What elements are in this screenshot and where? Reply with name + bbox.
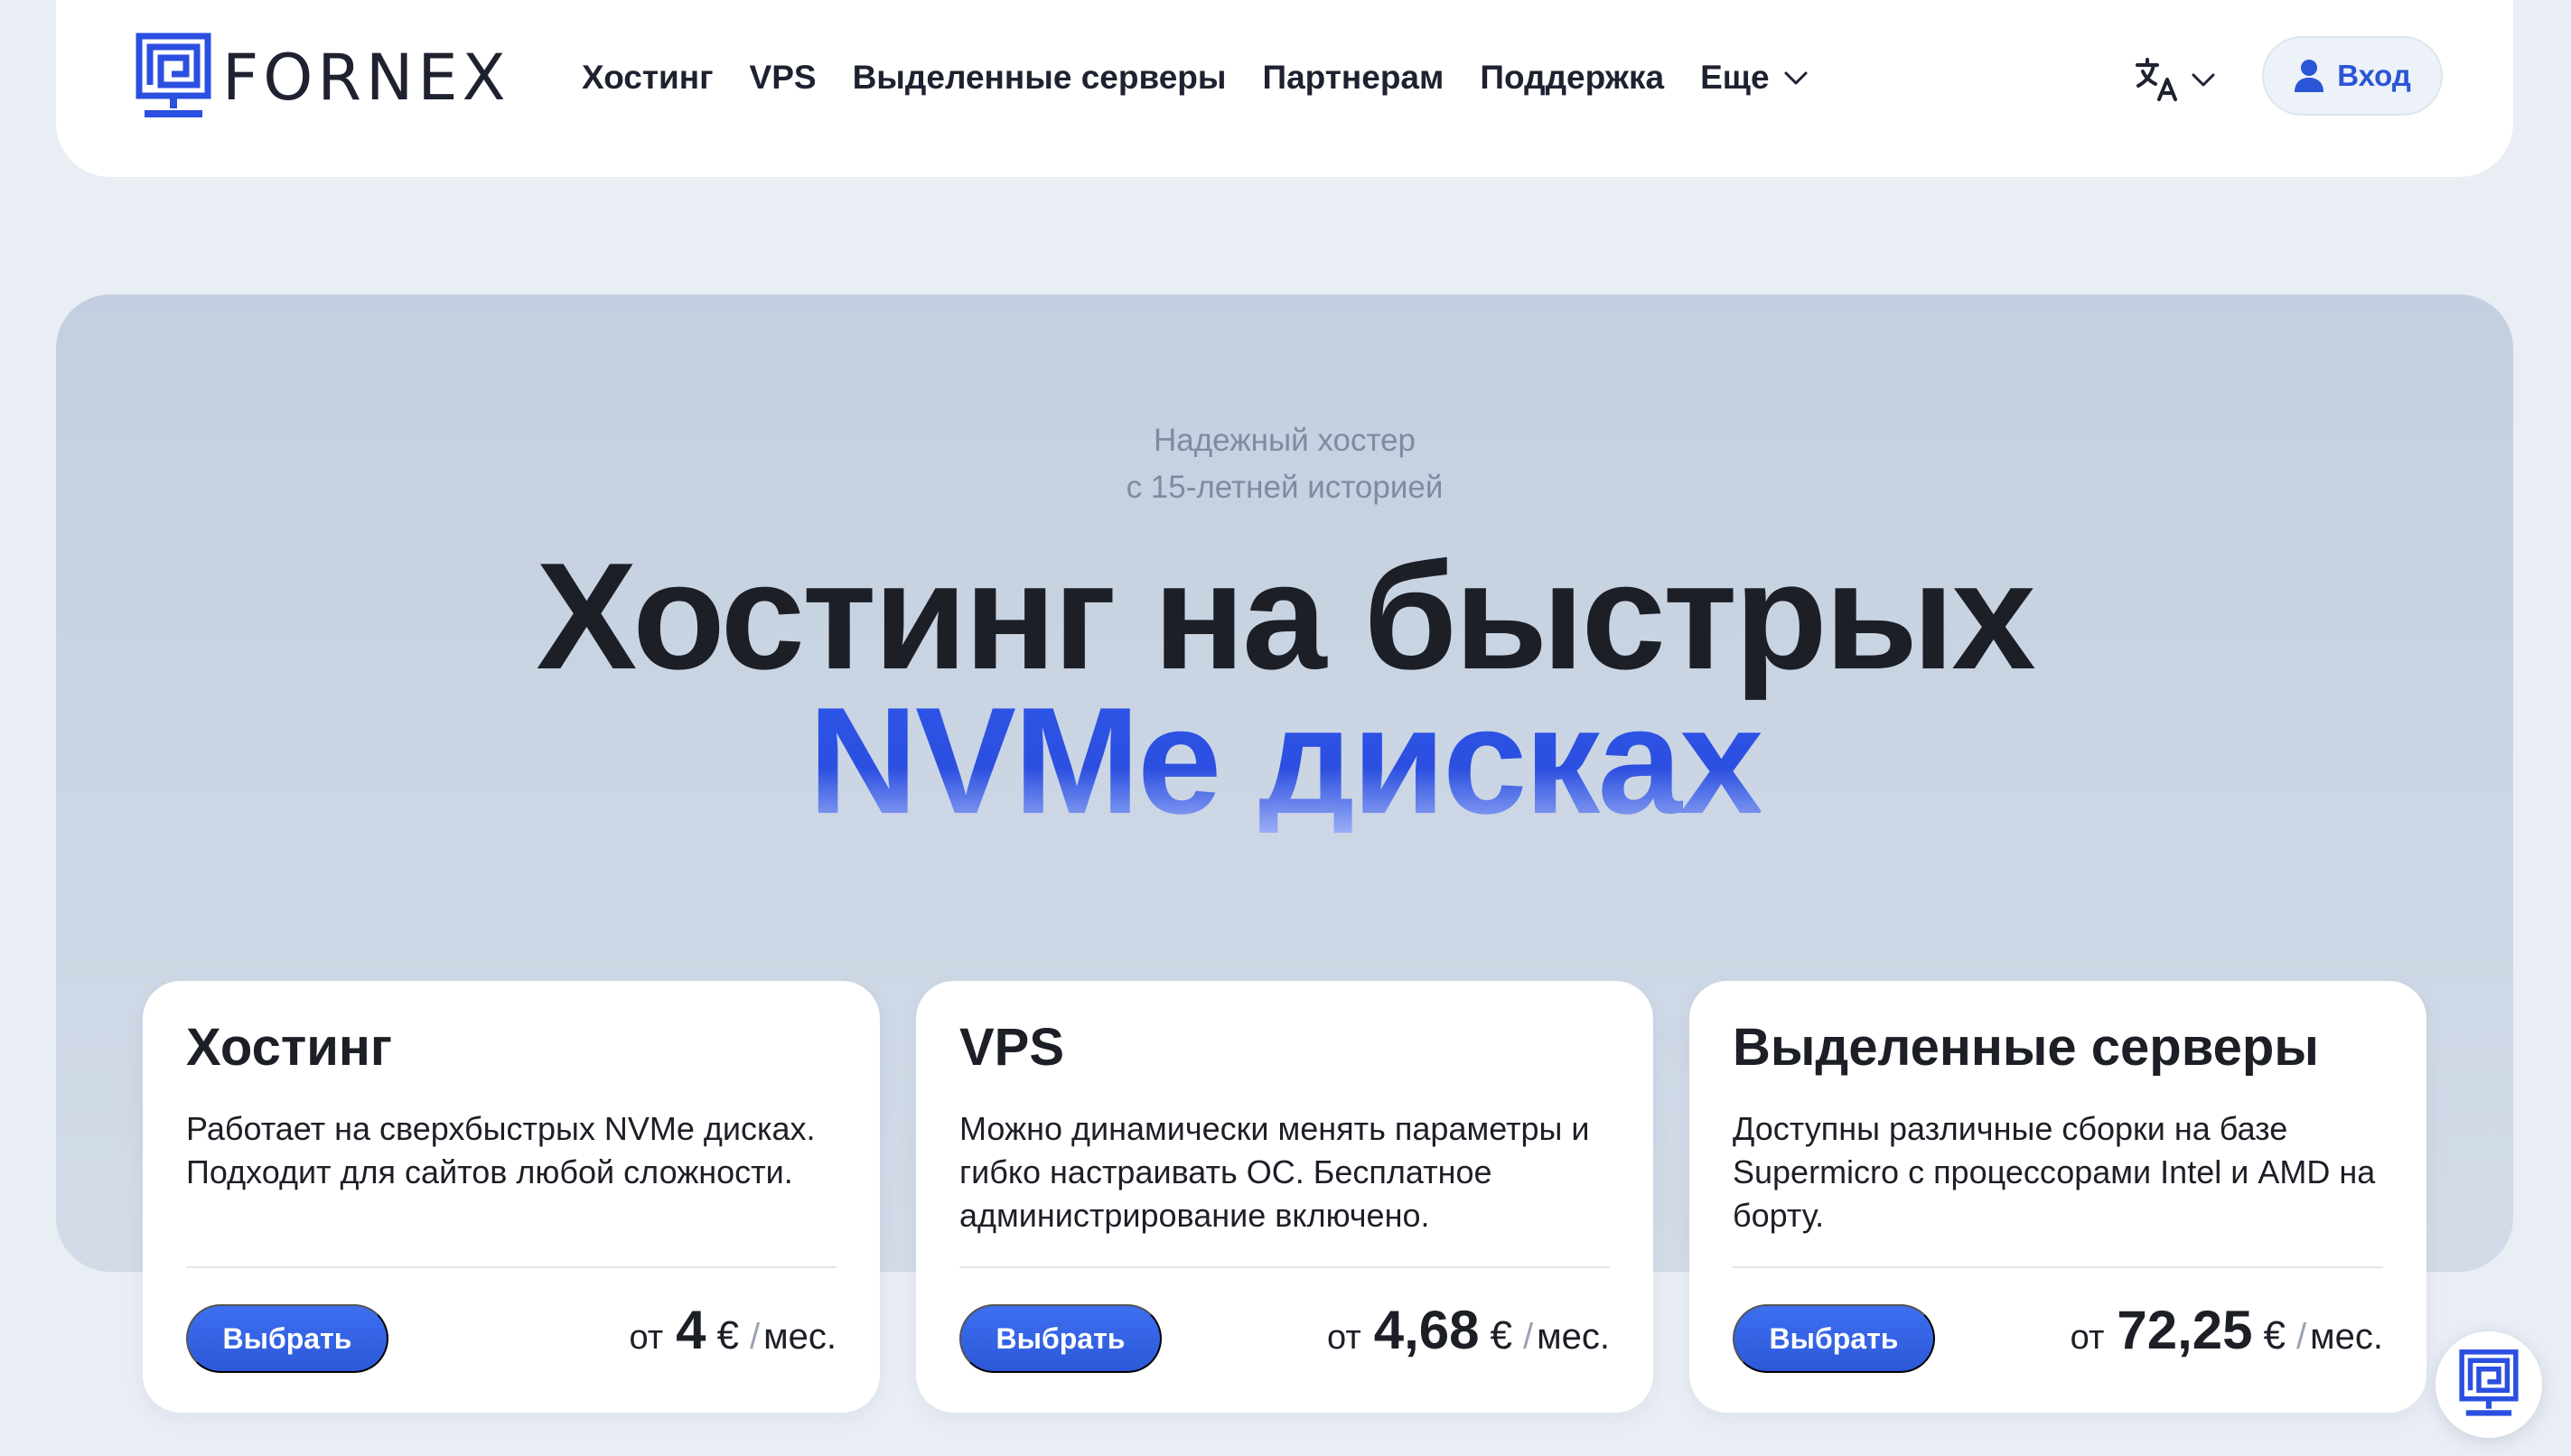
nav-item-partners[interactable]: Партнерам — [1262, 59, 1444, 97]
hero-headline: Хостинг на быстрых NVMe дисках — [56, 531, 2513, 845]
nav-item-more[interactable]: Еще — [1700, 59, 1809, 97]
nav-item-dedicated[interactable]: Выделенные серверы — [853, 59, 1227, 97]
page: FORNEX Хостинг VPS Выделенные серверы Па… — [0, 0, 2571, 1456]
card-description: Можно динамически менять параметры и гиб… — [959, 1110, 1590, 1234]
nav-item-vps[interactable]: VPS — [750, 59, 817, 97]
product-card-hosting: Хостинг Работает на сверхбыстрых NVMe ди… — [143, 981, 880, 1413]
card-divider — [1733, 1266, 2383, 1268]
chevron-down-icon — [1784, 71, 1808, 85]
user-icon — [2295, 60, 2324, 92]
price-prefix: от — [629, 1319, 664, 1357]
price-prefix: от — [2070, 1319, 2105, 1357]
card-description: Работает на сверхбыстрых NVMe дисках. По… — [186, 1110, 816, 1190]
card-price: от 4,68 € / мес. — [1327, 1299, 1610, 1371]
price-value: 4,68 — [1373, 1300, 1480, 1360]
card-divider — [959, 1266, 1610, 1268]
price-value: 72,25 — [2117, 1300, 2253, 1360]
fornex-logo-icon — [2459, 1349, 2519, 1416]
tagline-line-1: Надежный хостер — [1153, 423, 1416, 458]
headline-line-2: NVMe дисках — [808, 676, 1764, 845]
card-title: Выделенные серверы — [1733, 1018, 2319, 1077]
select-hosting-button[interactable]: Выбрать — [186, 1304, 388, 1373]
brand-name: FORNEX — [222, 41, 510, 115]
price-period-label: мес. — [1537, 1317, 1610, 1357]
nav-item-more-label: Еще — [1700, 59, 1770, 96]
price-period-label: мес. — [763, 1317, 837, 1357]
price-period: / мес. — [1523, 1317, 1610, 1357]
price-value: 4 — [676, 1300, 706, 1360]
site-header: FORNEX Хостинг VPS Выделенные серверы Па… — [56, 0, 2513, 177]
translate-icon — [2136, 58, 2177, 101]
fornex-logo-icon — [136, 33, 211, 117]
price-currency: € — [716, 1313, 740, 1358]
tagline-line-2: с 15-летней историей — [1126, 470, 1444, 505]
card-price: от 72,25 € / мес. — [2071, 1299, 2383, 1371]
card-title: VPS — [959, 1018, 1065, 1077]
price-period: / мес. — [750, 1317, 837, 1357]
nav-item-hosting[interactable]: Хостинг — [582, 59, 714, 97]
price-prefix: от — [1327, 1319, 1361, 1357]
headline-line-1: Хостинг на быстрых — [536, 531, 2035, 701]
chat-widget-button[interactable] — [2435, 1331, 2542, 1438]
card-description: Доступны различные сборки на базе Superm… — [1733, 1110, 2376, 1234]
chevron-down-icon — [2192, 73, 2215, 87]
price-period: / мес. — [2296, 1317, 2383, 1357]
language-switcher[interactable] — [2134, 56, 2219, 103]
login-button[interactable]: Вход — [2262, 36, 2443, 116]
nav-item-support[interactable]: Поддержка — [1480, 59, 1664, 97]
card-divider — [186, 1266, 837, 1268]
product-card-vps: VPS Можно динамически менять параметры и… — [916, 981, 1653, 1413]
price-period-label: мес. — [2310, 1317, 2383, 1357]
product-card-dedicated: Выделенные серверы Доступны различные сб… — [1689, 981, 2426, 1413]
select-dedicated-button[interactable]: Выбрать — [1733, 1304, 1935, 1373]
hero-tagline: Надежный хостер с 15-летней историей — [56, 417, 2513, 511]
main-nav: Хостинг VPS Выделенные серверы Партнерам… — [582, 54, 1846, 101]
price-currency: € — [1490, 1313, 1513, 1358]
price-currency: € — [2263, 1313, 2286, 1358]
login-label: Вход — [2337, 59, 2411, 92]
select-vps-button[interactable]: Выбрать — [959, 1304, 1162, 1373]
card-price: от 4 € / мес. — [629, 1299, 837, 1371]
brand-logo[interactable]: FORNEX — [136, 33, 510, 123]
card-title: Хостинг — [186, 1018, 393, 1077]
